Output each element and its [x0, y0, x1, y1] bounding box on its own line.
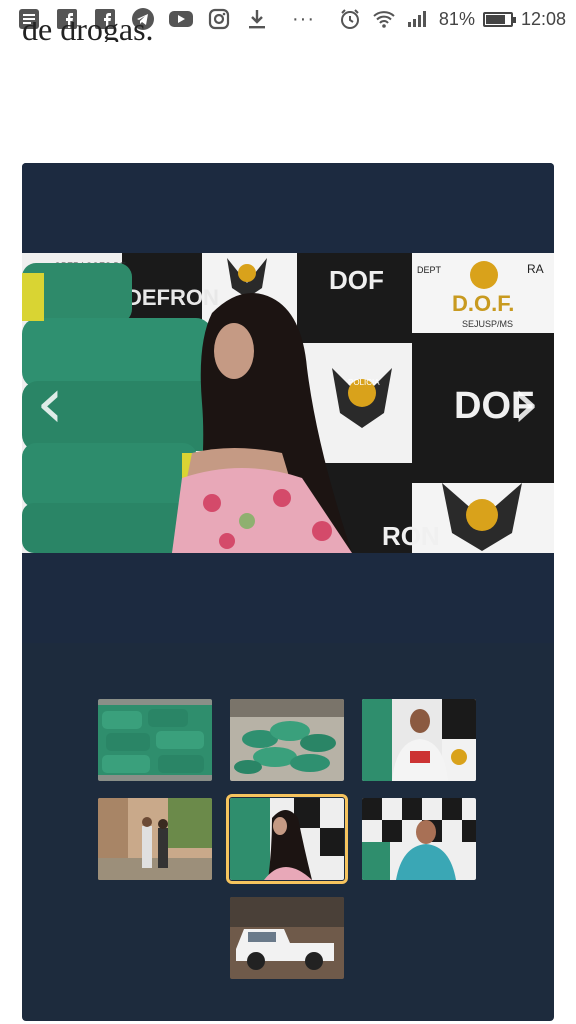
slide-sign-dof-logo: D.O.F. [452, 291, 514, 316]
battery-icon [482, 11, 516, 27]
thumb-white-pickup[interactable] [230, 897, 344, 979]
article-text-fragment: de drogas. [22, 22, 154, 42]
next-slide-button[interactable]: › [512, 363, 540, 443]
slide-sign-defron: DEFRON [126, 285, 219, 310]
clock: 12:08 [520, 8, 566, 29]
battery-percentage: 81% [438, 8, 475, 29]
thumb-suspect-man-1[interactable] [362, 699, 476, 781]
thumb-drug-bales-floor[interactable] [230, 699, 344, 781]
slide-photo: OPERACOES DE DEFRON DOF D.O.F. SEJUSP/MS… [22, 253, 554, 553]
previous-slide-button[interactable]: ‹ [36, 363, 64, 443]
thumb-suspect-woman[interactable] [226, 794, 348, 884]
gallery-stage: OPERACOES DE DEFRON DOF D.O.F. SEJUSP/MS… [22, 163, 554, 643]
photo-gallery: OPERACOES DE DEFRON DOF D.O.F. SEJUSP/MS… [22, 163, 554, 1021]
thumb-drug-bales-stack[interactable] [98, 699, 212, 781]
slide-sign-dof: DOF [329, 265, 384, 295]
thumb-suspect-man-2[interactable] [362, 798, 476, 880]
alarm-icon [337, 6, 363, 32]
instagram-icon [206, 6, 232, 32]
download-icon [244, 6, 270, 32]
youtube-icon [168, 6, 194, 32]
thumb-arrest-walkway[interactable] [98, 798, 212, 880]
slide-sign-ra: RA [527, 262, 544, 276]
slide-sign-fron: RON [382, 521, 440, 551]
slide-sign-policia: POLICIA [348, 378, 380, 387]
main-slide-image: OPERACOES DE DEFRON DOF D.O.F. SEJUSP/MS… [22, 253, 554, 553]
signal-icon [405, 6, 431, 32]
slide-sign-depto: DEPT [417, 265, 442, 275]
overflow-indicator: ··· [292, 7, 315, 30]
wifi-icon [371, 6, 397, 32]
slide-sign-sejusp: SEJUSP/MS [462, 319, 513, 329]
